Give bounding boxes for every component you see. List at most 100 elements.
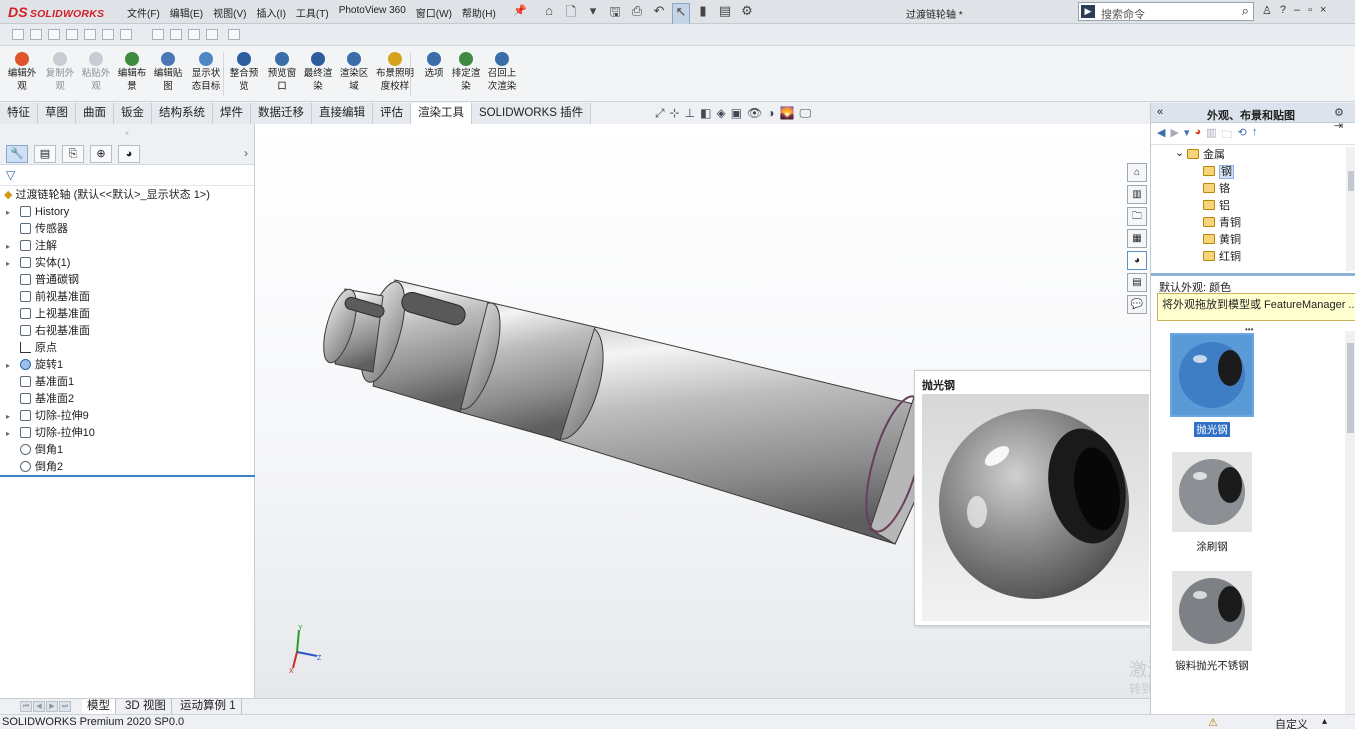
close-icon[interactable]: × (1320, 4, 1326, 17)
help-icon[interactable]: ? (1280, 4, 1286, 17)
ribbon-button-9[interactable]: 渲染区域 (336, 49, 372, 93)
search-commands[interactable]: ▶ 搜索命令 ⌕ (1078, 2, 1254, 21)
new-document-icon[interactable]: 🗋 (562, 3, 580, 25)
display-manager-tab[interactable]: ◕ (118, 145, 140, 163)
minimize-icon[interactable]: – (1294, 4, 1300, 17)
panel-grip[interactable]: ⚬ (0, 124, 254, 143)
restore-icon[interactable]: ▫ (1308, 4, 1312, 17)
toolbar-icon[interactable] (12, 29, 24, 40)
toolbar-icon[interactable] (152, 29, 164, 40)
tree-item[interactable]: ▸ 实体(1) (0, 255, 254, 272)
swatch-scrollbar[interactable] (1345, 331, 1355, 714)
library-folder[interactable]: ⌄ 金属 (1151, 147, 1347, 164)
prev-tab-icon[interactable]: ◀ (33, 701, 45, 712)
toolbar-icon[interactable] (206, 29, 218, 40)
tab-10[interactable]: SOLIDWORKS 插件 (472, 103, 592, 124)
tree-item[interactable]: ▸ 注解 (0, 238, 254, 255)
tree-item[interactable]: 右视基准面 (0, 323, 254, 340)
add-folder-icon[interactable]: 🗀 (1222, 126, 1233, 141)
print-icon[interactable]: ⎙ (628, 3, 646, 25)
up-icon[interactable]: ↑ (1252, 126, 1258, 141)
tree-item[interactable]: 传感器 (0, 221, 254, 238)
library-folder[interactable]: 钢 (1151, 164, 1347, 181)
tree-item[interactable]: 前视基准面 (0, 289, 254, 306)
menu-file[interactable]: 文件(F) (122, 5, 165, 20)
ribbon-button-1[interactable]: 复制外观 (42, 49, 78, 93)
pin-icon[interactable]: 📌 (513, 4, 527, 17)
previous-view-icon[interactable]: ⊥ (685, 106, 695, 121)
tab-4[interactable]: 结构系统 (152, 103, 213, 124)
ribbon-button-2[interactable]: 粘贴外观 (78, 49, 114, 93)
ribbon-button-13[interactable]: 召回上 次渲染 (484, 49, 520, 93)
hide-show-icon[interactable]: 👁 (747, 106, 762, 121)
library-folder[interactable]: 红铜 (1151, 249, 1347, 266)
ribbon-button-11[interactable]: 选项 (416, 49, 452, 80)
save-icon[interactable]: 🖫 (606, 3, 624, 25)
collapse-icon[interactable]: « (1157, 106, 1163, 118)
expand-icon[interactable]: ▸ (6, 204, 10, 221)
custom-properties-icon[interactable]: ▤ (1127, 273, 1147, 292)
tree-item[interactable]: 基准面2 (0, 391, 254, 408)
solidworks-resources-icon[interactable]: ⌂ (1127, 163, 1147, 182)
select-icon[interactable]: ↖ (672, 3, 690, 25)
tab-2[interactable]: 曲面 (76, 103, 114, 124)
tab-6[interactable]: 数据迁移 (251, 103, 312, 124)
rollback-bar[interactable] (0, 475, 255, 477)
file-properties-icon[interactable]: ▤ (716, 3, 734, 25)
library-folder[interactable]: 铝 (1151, 198, 1347, 215)
part-root-node[interactable]: ◆ 过渡链轮轴 (默认<<默认>_显示状态 1>) (0, 187, 254, 204)
tree-item[interactable]: 倒角2 (0, 459, 254, 476)
tree-scrollbar[interactable] (1346, 147, 1355, 271)
appearance-swatch[interactable]: 涂刷钢 (1172, 452, 1252, 554)
toolbar-icon[interactable] (84, 29, 96, 40)
home-icon[interactable]: ⌂ (540, 3, 558, 25)
apply-scene-icon[interactable]: 🌄 (780, 106, 795, 121)
property-manager-tab[interactable]: ▤ (34, 145, 56, 163)
tree-item[interactable]: ▸ History (0, 204, 254, 221)
open-icon[interactable]: ▾ (584, 3, 602, 25)
tab-0[interactable]: 特征 (0, 103, 38, 124)
toolbar-icon[interactable] (228, 29, 240, 40)
file-explorer-icon[interactable]: 🗀 (1127, 207, 1147, 226)
tab-9[interactable]: 渲染工具 (411, 103, 472, 124)
forum-icon[interactable]: 💬 (1127, 295, 1147, 314)
tab-8[interactable]: 评估 (373, 103, 411, 124)
back-icon[interactable]: ◀ (1157, 126, 1165, 141)
tab-3d-view[interactable]: 3D 视图 (120, 699, 172, 714)
undo-icon[interactable]: ↶ (650, 3, 668, 25)
toolbar-icon[interactable] (102, 29, 114, 40)
next-tab-icon[interactable]: ▶ (46, 701, 58, 712)
tab-7[interactable]: 直接编辑 (312, 103, 373, 124)
search-input[interactable]: 搜索命令 (1101, 6, 1145, 22)
toolbar-icon[interactable] (30, 29, 42, 40)
tree-item[interactable]: ▸ 旋转1 (0, 357, 254, 374)
solidworks-logo[interactable]: DS SOLIDWORKS (8, 4, 104, 20)
menu-edit[interactable]: 编辑(E) (165, 5, 208, 20)
library-folder[interactable]: 黄铜 (1151, 232, 1347, 249)
dimxpert-tab[interactable]: ⊕ (90, 145, 112, 163)
expand-icon[interactable]: ▸ (6, 238, 10, 255)
view-orientation-icon[interactable]: ◈ (716, 106, 725, 121)
display-style-icon[interactable]: ▣ (731, 106, 742, 121)
ribbon-button-7[interactable]: 预览窗口 (264, 49, 300, 93)
tab-1[interactable]: 草图 (38, 103, 76, 124)
ribbon-button-6[interactable]: 整合预览 (226, 49, 262, 93)
edit-appearance-icon[interactable]: ◑ (767, 106, 774, 121)
tree-item[interactable]: 上视基准面 (0, 306, 254, 323)
menu-tools[interactable]: 工具(T) (291, 5, 334, 20)
tree-item[interactable]: ▸ 切除-拉伸9 (0, 408, 254, 425)
filter-icon[interactable]: ▽ (0, 165, 254, 186)
last-tab-icon[interactable]: ⏭ (59, 701, 71, 712)
menu-view[interactable]: 视图(V) (208, 5, 251, 20)
appearance-swatch[interactable]: 锻料抛光不锈钢 (1172, 571, 1252, 673)
first-tab-icon[interactable]: ⏮ (20, 701, 32, 712)
tab-motion-study[interactable]: 运动算例 1 (175, 699, 242, 714)
library-folder[interactable]: 铬 (1151, 181, 1347, 198)
ribbon-button-0[interactable]: 编辑外观 (4, 49, 40, 93)
ribbon-button-3[interactable]: 编辑布景 (114, 49, 150, 93)
feature-manager-tab[interactable]: 🔧 (6, 145, 28, 163)
expand-icon[interactable]: ⌄ (1175, 147, 1184, 162)
expand-icon[interactable]: ▸ (6, 408, 10, 425)
section-view-icon[interactable]: ◧ (700, 106, 711, 121)
design-library-icon[interactable]: ▥ (1127, 185, 1147, 204)
